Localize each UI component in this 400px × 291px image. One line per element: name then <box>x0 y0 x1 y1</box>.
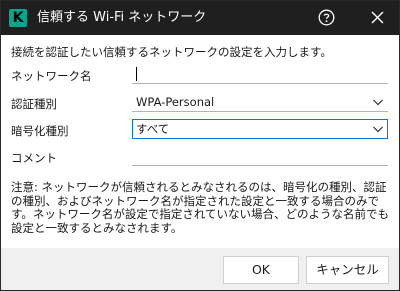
cancel-button[interactable]: キャンセル <box>306 256 389 284</box>
chevron-down-icon <box>373 126 383 133</box>
window-title: 信頼する Wi-Fi ネットワーク <box>37 10 207 25</box>
text-cursor <box>136 67 137 81</box>
note-text: 注意: ネットワークが信頼されるとみなされるのは、暗号化の種別、認証の種別、およ… <box>11 180 390 235</box>
help-icon[interactable] <box>318 9 335 26</box>
dialog-footer: OK キャンセル <box>1 248 399 290</box>
comment-label: コメント <box>11 151 57 165</box>
auth-type-label: 認証種別 <box>11 97 57 111</box>
encryption-type-select[interactable]: すべて <box>132 119 388 139</box>
intro-text: 接続を認証したい信頼するネットワークの設定を入力します。 <box>11 45 332 59</box>
encryption-type-label: 暗号化種別 <box>11 124 69 138</box>
network-name-label: ネットワーク名 <box>11 69 92 83</box>
dialog-window: K 信頼する Wi-Fi ネットワーク 接続を認証したい信頼するネットワークの設… <box>0 0 400 291</box>
logo-letter: K <box>12 10 24 26</box>
kaspersky-logo-icon: K <box>9 9 27 27</box>
encryption-type-value: すべて <box>136 122 170 136</box>
auth-type-value: WPA-Personal <box>136 95 215 109</box>
auth-type-select[interactable]: WPA-Personal <box>132 92 388 112</box>
ok-button[interactable]: OK <box>223 256 299 284</box>
close-icon[interactable] <box>369 9 386 26</box>
chevron-down-icon <box>373 99 383 106</box>
title-bar: K 信頼する Wi-Fi ネットワーク <box>1 1 399 35</box>
comment-input[interactable] <box>132 146 388 166</box>
network-name-input[interactable] <box>132 64 388 84</box>
